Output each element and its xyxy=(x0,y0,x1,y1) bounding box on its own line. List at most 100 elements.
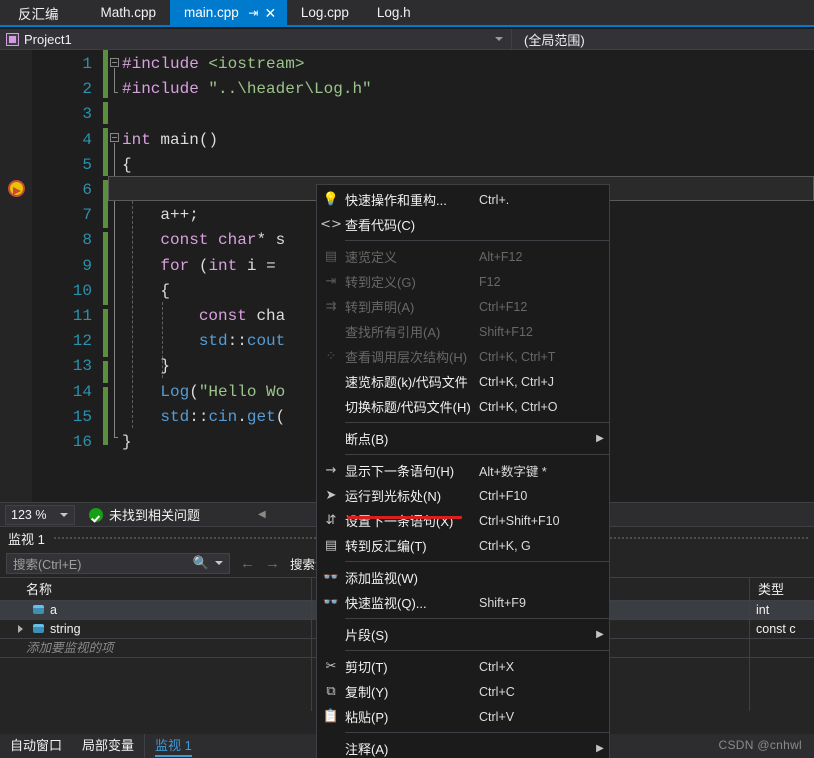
project-name: Project1 xyxy=(24,31,72,47)
fold-toggle-include[interactable] xyxy=(110,58,119,67)
column-separator[interactable] xyxy=(311,577,312,711)
menu-item-shortcut: Ctrl+. xyxy=(479,192,510,207)
goto-definition-icon: ⇥ xyxy=(325,274,337,289)
line-number: 9 xyxy=(82,256,92,275)
variable-icon xyxy=(33,624,44,634)
editor-context-menu[interactable]: 💡 快速操作和重构... Ctrl+. <> 查看代码(C) ▤ 速览定义 Alt+F12 ⇥ 转… xyxy=(316,184,610,758)
menu-item-label: 注释(A) xyxy=(345,742,389,757)
line-number: 16 xyxy=(72,433,92,451)
menu-item-label: 查找所有引用(A) xyxy=(345,325,441,340)
editor-tab-label: Log.cpp xyxy=(300,5,349,20)
debug-tab-2[interactable]: 局部变量 xyxy=(72,734,144,758)
editor-tab-5[interactable]: Log.h xyxy=(362,0,425,25)
column-header-type[interactable]: 类型 xyxy=(750,578,814,601)
editor-tab-4[interactable]: Log.cpp xyxy=(286,0,363,25)
search-next-button[interactable]: → xyxy=(265,555,280,572)
menu-item-shortcut: Alt+F12 xyxy=(479,249,523,264)
search-prev-button[interactable]: ← xyxy=(240,555,255,572)
menu-item-copy[interactable]: ⧉ 复制(Y) Ctrl+C xyxy=(317,679,609,704)
editor-tab-3[interactable]: main.cpp ⇥ ✕ xyxy=(170,0,287,25)
debug-tab-3[interactable]: 监视 1 xyxy=(144,734,202,758)
menu-item-goto-definition: ⇥ 转到定义(G) F12 xyxy=(317,269,609,294)
menu-item-label: 切换标题/代码文件(H) xyxy=(345,400,471,415)
close-tab-icon[interactable]: ✕ xyxy=(264,6,277,20)
project-scope-dropdown[interactable]: Project1 xyxy=(0,28,512,50)
menu-item-label: 查看调用层次结构(H) xyxy=(345,350,468,365)
fold-toggle-main[interactable] xyxy=(110,133,119,142)
menu-item-label: 转到反汇编(T) xyxy=(345,539,427,554)
menu-item-label: 转到定义(G) xyxy=(345,275,416,290)
editor-tab-2[interactable]: Math.cpp xyxy=(86,0,171,25)
menu-item-snippet[interactable]: 片段(S) ▶ xyxy=(317,622,609,647)
menu-item-add-watch[interactable]: 👓 添加监视(W) xyxy=(317,565,609,590)
code-line[interactable]: const char* s xyxy=(122,228,285,253)
menu-item-shortcut: Ctrl+K, Ctrl+T xyxy=(479,349,556,364)
code-line[interactable]: #include <iostream> xyxy=(122,52,304,77)
code-line[interactable]: for (int i = xyxy=(122,254,285,279)
menu-item-shortcut: F12 xyxy=(479,274,501,289)
search-icon[interactable]: 🔍 xyxy=(193,555,209,571)
menu-item-set-next-statement[interactable]: ⇵ 设置下一条语句(X) Ctrl+Shift+F10 xyxy=(317,508,609,533)
code-line[interactable]: } xyxy=(122,430,132,455)
menu-item-label: 粘贴(P) xyxy=(345,710,389,725)
column-separator[interactable] xyxy=(749,577,750,711)
menu-item-toggle-header[interactable]: 切换标题/代码文件(H) Ctrl+K, Ctrl+O xyxy=(317,394,609,419)
line-number: 11 xyxy=(72,307,92,325)
chevron-down-icon[interactable] xyxy=(215,561,223,565)
line-number: 13 xyxy=(72,357,92,376)
code-line[interactable]: int a = 8; xyxy=(122,178,256,203)
code-line[interactable]: const cha xyxy=(122,304,285,329)
chevron-down-icon xyxy=(60,512,68,517)
pin-tab-icon[interactable]: ⇥ xyxy=(247,7,260,19)
watch-variable-name: string xyxy=(50,622,81,636)
menu-item-label: 查看代码(C) xyxy=(345,218,416,233)
menu-item-lightbulb[interactable]: 💡 快速操作和重构... Ctrl+. xyxy=(317,187,609,212)
collapse-icon[interactable]: ◀ xyxy=(258,509,266,520)
menu-item-shortcut: Shift+F12 xyxy=(479,324,533,339)
menu-item-breakpoint[interactable]: 断点(B) ▶ xyxy=(317,426,609,451)
member-scope-dropdown[interactable]: (全局范围) xyxy=(512,29,814,50)
menu-item-shortcut: Ctrl+K, Ctrl+O xyxy=(479,399,558,414)
code-line[interactable]: std::cin.get( xyxy=(122,405,285,430)
menu-item-peek-header[interactable]: 速览标题(k)/代码文件 Ctrl+K, Ctrl+J xyxy=(317,369,609,394)
expand-chevron-icon[interactable] xyxy=(18,625,23,633)
line-number: 14 xyxy=(72,382,92,401)
menu-item-call-hierarchy: ⁘ 查看调用层次结构(H) Ctrl+K, Ctrl+T xyxy=(317,344,609,369)
code-line[interactable]: #include "..\header\Log.h" xyxy=(122,77,372,102)
debug-tab-1[interactable]: 自动窗口 xyxy=(0,734,72,758)
menu-item-shortcut: Alt+数字键 * xyxy=(479,465,547,479)
code-line[interactable]: a++; xyxy=(122,203,198,228)
menu-item-show-next-statement[interactable]: → 显示下一条语句(H) Alt+数字键 * xyxy=(317,458,609,483)
code-line[interactable]: } xyxy=(122,354,170,379)
menu-item-find-all-references: 查找所有引用(A) Shift+F12 xyxy=(317,319,609,344)
annotation-underline xyxy=(347,516,462,519)
search-input[interactable]: 搜索(Ctrl+E) 🔍 xyxy=(6,552,230,574)
menu-item-quick-watch[interactable]: 👓 快速监视(Q)... Shift+F9 xyxy=(317,590,609,615)
code-line[interactable]: { xyxy=(122,279,170,304)
code-line[interactable]: { xyxy=(122,153,132,178)
editor-tab-1[interactable]: 反汇编 xyxy=(0,0,87,25)
menu-item-paste[interactable]: 📋 粘贴(P) Ctrl+V xyxy=(317,704,609,729)
project-icon xyxy=(6,32,19,46)
menu-item-code-brackets[interactable]: <> 查看代码(C) xyxy=(317,212,609,237)
menu-item-shortcut: Ctrl+X xyxy=(479,659,515,674)
menu-item-goto-disassembly[interactable]: ▤ 转到反汇编(T) Ctrl+K, G xyxy=(317,533,609,558)
menu-item-cut[interactable]: ✂ 剪切(T) Ctrl+X xyxy=(317,654,609,679)
code-line[interactable]: Log("Hello Wo xyxy=(122,380,285,405)
menu-separator xyxy=(345,240,609,241)
visual-studio-window: 反汇编 Math.cpp main.cpp ⇥ ✕ Log.cpp Log.h Projec… xyxy=(0,0,814,758)
watch-variable-type: const c xyxy=(756,622,796,636)
editor-tab-label: main.cpp xyxy=(184,5,239,20)
variable-icon xyxy=(33,605,44,615)
copy-icon: ⧉ xyxy=(326,684,336,699)
zoom-level-dropdown[interactable]: 123 % xyxy=(5,504,75,525)
menu-item-run-to-cursor[interactable]: ➤ 运行到光标处(N) Ctrl+F10 xyxy=(317,483,609,508)
column-header-name[interactable]: 名称 xyxy=(18,578,312,601)
code-line[interactable]: std::cout xyxy=(122,329,285,354)
code-brackets-icon: <> xyxy=(320,217,342,232)
code-line[interactable]: int main() xyxy=(122,128,218,153)
glyph-margin[interactable] xyxy=(0,50,32,502)
menu-separator xyxy=(345,561,609,562)
menu-item-comment[interactable]: 注释(A) ▶ xyxy=(317,736,609,758)
menu-separator xyxy=(345,732,609,733)
